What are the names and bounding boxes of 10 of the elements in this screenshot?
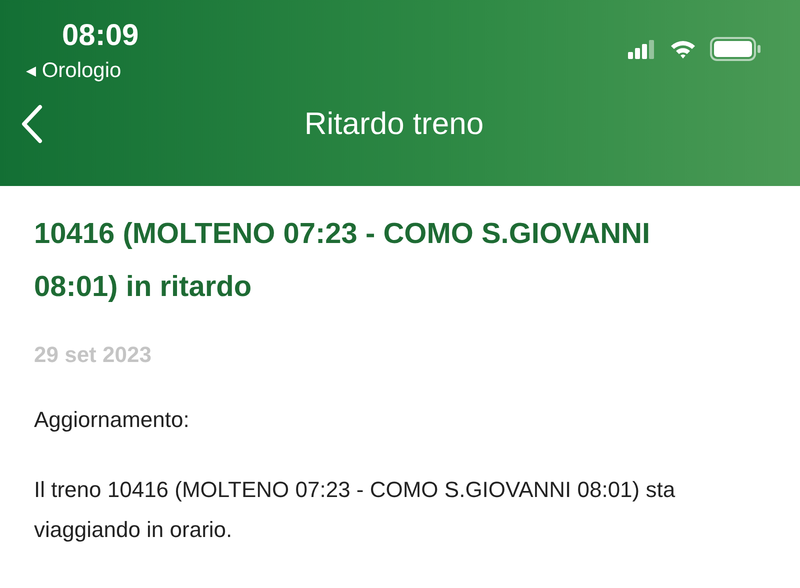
article-body: Il treno 10416 (MOLTENO 07:23 - COMO S.GIOVANNI 08:01) sta viaggiando in orario.: [34, 476, 676, 544]
battery-icon: [710, 37, 762, 61]
article-title: 10416 (MOLTENO 07:23 - COMO S.GIOVANNI 08:01) in ritardo: [34, 217, 652, 305]
update-heading: Aggiornamento:: [34, 406, 190, 434]
article-date: 29 set 2023: [34, 341, 152, 369]
wifi-icon: [670, 39, 696, 59]
signal-icon: [628, 39, 656, 59]
back-chevron-icon[interactable]: [20, 104, 44, 144]
status-time: 08:09: [62, 18, 139, 54]
screen-title: Ritardo treno: [304, 105, 484, 143]
